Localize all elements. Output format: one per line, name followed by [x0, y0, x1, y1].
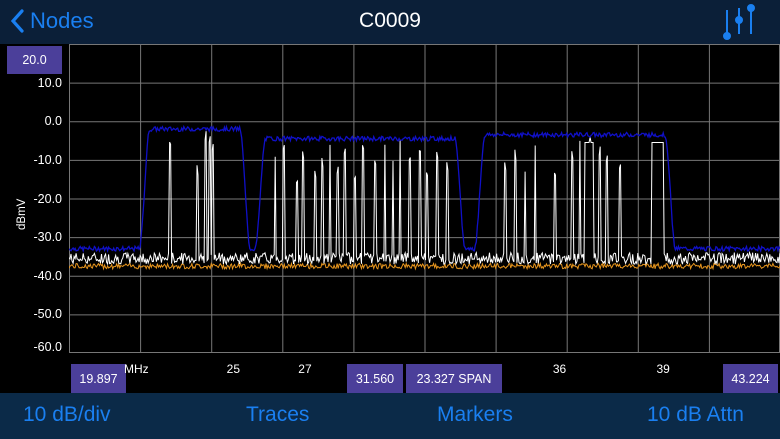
traces-button[interactable]: Traces	[246, 403, 309, 427]
spectrum-traces	[69, 44, 780, 353]
bottom-toolbar: 10 dB/div Traces Markers 10 dB Attn	[0, 393, 780, 439]
x-tick-label: 36	[552, 362, 567, 376]
attenuation-button[interactable]: 10 dB Attn	[647, 403, 744, 427]
y-tick-label: -60.0	[33, 340, 63, 354]
page-title: C0009	[359, 9, 421, 32]
y-tick-label: -10.0	[33, 152, 63, 167]
spectrum-plot[interactable]: 20.0 10.0 0.0 -10.0 -20.0 -30.0 -40.0 -50.0 -60…	[0, 44, 780, 394]
y-tick-label: -20.0	[33, 191, 63, 206]
y-axis-label: dBmV	[16, 198, 28, 230]
sliders-icon	[723, 4, 755, 40]
x-tick-label: 39	[656, 362, 670, 376]
y-tick-label: -50.0	[33, 307, 63, 322]
start-frequency-button[interactable]: 19.897	[71, 364, 126, 394]
center-frequency-button[interactable]: 31.560	[347, 364, 403, 394]
scale-button[interactable]: 10 dB/div	[23, 403, 111, 427]
stop-frequency-button[interactable]: 43.224	[723, 364, 778, 394]
x-axis-unit: MHz	[124, 362, 149, 376]
span-button[interactable]: 23.327 SPAN	[406, 364, 502, 394]
settings-button[interactable]	[722, 4, 756, 40]
reference-level-button[interactable]: 20.0	[7, 46, 62, 74]
y-tick-label: -40.0	[33, 268, 63, 283]
nav-bar: Nodes C0009	[0, 0, 780, 44]
y-tick-label: 10.0	[37, 75, 62, 90]
x-tick-label: 25	[226, 362, 241, 376]
x-tick-label: 27	[298, 362, 312, 376]
y-tick-label: 0.0	[44, 114, 62, 129]
markers-button[interactable]: Markers	[437, 403, 513, 427]
y-tick-label: -30.0	[33, 230, 63, 245]
